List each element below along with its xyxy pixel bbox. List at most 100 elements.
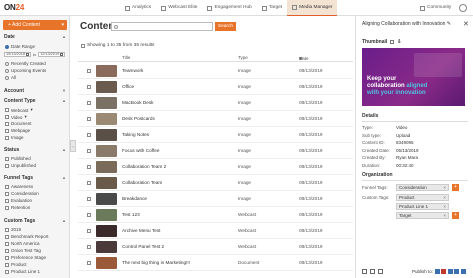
checkbox[interactable] [5,234,9,239]
table-row[interactable]: Breakdance Image 08/13/2019 [78,191,353,207]
checkbox[interactable] [5,115,9,119]
link-icon[interactable] [454,269,460,274]
embed-icon[interactable] [460,269,466,274]
chevron-down-icon[interactable]: ▾ [24,114,26,120]
content-type-image[interactable]: Image [5,135,24,140]
checkbox[interactable] [5,191,9,196]
checkbox[interactable] [5,163,9,168]
custom-tag-chip[interactable]: Product × [396,194,449,201]
row-checkbox[interactable] [87,133,91,137]
custom-tag-benchmark[interactable]: Benchmark Report [5,234,49,239]
checkbox[interactable] [5,128,9,133]
funnel-tag-consideration[interactable]: Consideration [5,191,39,196]
row-title[interactable]: Test 123 [122,212,140,217]
row-checkbox[interactable] [87,149,91,153]
row-title[interactable]: Collaboration Team [122,180,162,185]
hub-icon[interactable] [434,269,440,274]
row-title[interactable]: Taking Notes [122,132,149,137]
checkbox[interactable] [5,241,9,246]
row-title[interactable]: The next big thing in Marketing!!! [122,260,190,265]
search-button[interactable]: Search [215,22,236,31]
chevron-down-icon[interactable]: ▼ [62,88,66,93]
row-title[interactable]: Office [122,84,134,89]
date-option-recent[interactable]: Recently Created [5,61,46,66]
custom-tag-chip[interactable]: Target × [396,212,449,219]
table-row[interactable]: MacBook Desk Image 08/13/2019 [78,95,353,111]
row-title[interactable]: Breakdance [122,196,147,201]
checkbox[interactable] [5,269,9,274]
column-title[interactable]: Title [122,55,130,60]
radio-icon[interactable] [5,68,9,73]
row-checkbox[interactable] [87,117,91,121]
table-row[interactable]: Collaboration Team 2 Image 08/13/2019 [78,159,353,175]
status-published[interactable]: Published [5,156,31,161]
row-checkbox[interactable] [87,69,91,73]
row-checkbox[interactable] [87,197,91,201]
table-row[interactable]: Archive Menu Test Webcast 08/13/2019 [78,223,353,239]
row-title[interactable]: Archive Menu Test [122,228,160,233]
row-checkbox[interactable] [87,181,91,185]
nav-media-manager[interactable]: Media Manager [287,0,338,16]
row-checkbox[interactable] [87,213,91,217]
custom-tag-onion[interactable]: Onion Test Tag [5,248,41,253]
row-checkbox[interactable] [87,229,91,233]
calendar-icon[interactable] [60,53,64,56]
row-title[interactable]: Control Panel Test 2 [122,244,164,249]
custom-tag-preference[interactable]: Preference Stage [5,255,46,260]
sidebar-collapse-toggle[interactable]: ‹ [70,140,76,152]
checkbox[interactable] [5,121,9,126]
date-from-field[interactable]: 10/13/2018 [4,52,32,57]
table-row[interactable]: The next big thing in Marketing!!! Docume… [78,255,353,271]
upload-icon[interactable] [390,40,395,44]
table-row[interactable]: Collaboration Team Image 08/13/2019 [78,175,353,191]
custom-tag-product-line-1[interactable]: Product Line 1 [5,269,40,274]
row-title[interactable]: Teamwork [122,68,143,73]
checkbox[interactable] [5,248,9,253]
add-content-button[interactable]: + Add Content ▾ [3,20,67,30]
radio-icon[interactable] [5,61,9,66]
row-checkbox[interactable] [87,261,91,265]
checkbox[interactable] [5,108,9,112]
table-row[interactable]: Control Panel Test 2 Webcast 08/13/2019 [78,239,353,255]
funnel-tag-awareness[interactable]: Awareness [5,184,33,189]
custom-tag-chip[interactable]: Product Line 1 × [396,203,449,210]
row-title[interactable]: MacBook Desk [122,100,154,105]
content-type-webpage[interactable]: Webpage [5,128,30,133]
custom-tag-north-america[interactable]: North America [5,241,40,246]
row-title[interactable]: Desk Postcards [122,116,155,121]
download-icon[interactable]: ⇩ [397,39,401,45]
funnel-tag-retention[interactable]: Retention [5,205,30,210]
add-funnel-tag-button[interactable]: + [452,184,459,191]
table-row[interactable]: Focus with Coffee Image 08/13/2019 [78,143,353,159]
chevron-up-icon[interactable]: ▲ [62,175,66,180]
nav-target[interactable]: Target [257,0,287,16]
row-checkbox[interactable] [87,245,91,249]
nav-analytics[interactable]: Analytics [120,0,156,16]
close-icon[interactable]: ✕ [463,20,469,28]
custom-tag-2019[interactable]: 2019 [5,227,21,232]
chevron-up-icon[interactable]: ▲ [62,147,66,152]
column-type[interactable]: Type [238,55,248,60]
content-type-document[interactable]: Document [5,121,32,126]
remove-tag-icon[interactable]: × [443,204,446,210]
delete-icon[interactable] [362,269,367,274]
youtube-icon[interactable] [441,269,447,274]
chevron-up-icon[interactable]: ▲ [62,34,66,39]
date-option-all[interactable]: All [5,75,16,80]
date-to-field[interactable]: 12/13/2019 [38,52,66,57]
checkbox[interactable] [5,198,9,203]
row-title[interactable]: Focus with Coffee [122,148,159,153]
social-icon[interactable] [447,269,453,274]
table-row[interactable]: Office Image 08/13/2019 [78,79,353,95]
checkbox[interactable] [5,156,9,161]
nav-webcast-elite[interactable]: Webcast Elite [156,0,202,16]
table-row[interactable]: Desk Postcards Image 08/13/2019 [78,111,353,127]
chevron-down-icon[interactable]: ▾ [30,107,32,113]
checkbox[interactable] [5,205,9,210]
select-all-checkbox[interactable] [81,43,85,48]
nav-community[interactable]: Community [420,0,451,16]
custom-tag-product[interactable]: Product [5,262,27,267]
calendar-icon[interactable] [26,53,30,56]
nav-engagement-hub[interactable]: Engagement Hub [202,0,256,16]
row-checkbox[interactable] [87,165,91,169]
